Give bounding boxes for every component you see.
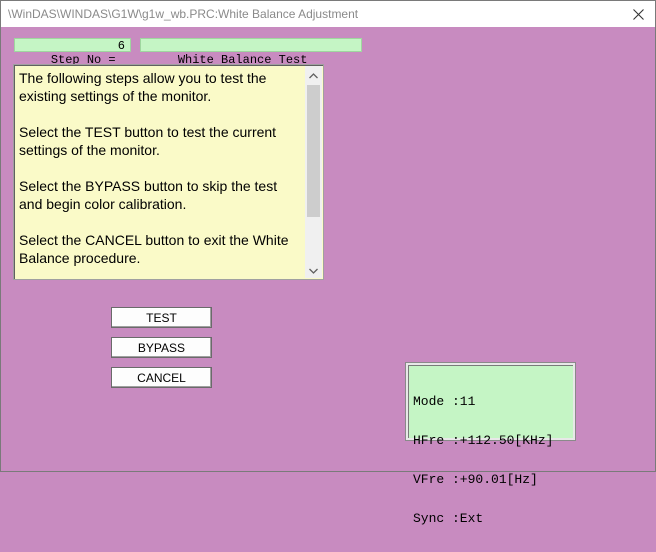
scroll-thumb[interactable] bbox=[307, 85, 320, 217]
cancel-button[interactable]: CANCEL bbox=[111, 367, 212, 388]
close-button[interactable] bbox=[621, 1, 655, 27]
chevron-down-icon bbox=[309, 261, 318, 279]
step-number: 6 bbox=[117, 39, 125, 53]
mode-info-panel: Mode :11 HFre :+112.50[KHz] VFre :+90.01… bbox=[406, 363, 575, 525]
scroll-down-button[interactable] bbox=[305, 261, 322, 278]
step-title-box: White Balance Test bbox=[140, 38, 362, 67]
step-number-box: Step No = 6 bbox=[14, 38, 131, 67]
main-window: \WinDAS\WINDAS\G1W\g1w_wb.PRC:White Bala… bbox=[0, 0, 656, 525]
instruction-paragraph: Select the BYPASS button to skip the tes… bbox=[19, 178, 278, 212]
instruction-paragraph: The following steps allow you to test th… bbox=[19, 70, 267, 104]
vfreq-line: VFre :+90.01[Hz] bbox=[413, 472, 538, 487]
scroll-up-button[interactable] bbox=[305, 66, 322, 83]
window-title: \WinDAS\WINDAS\G1W\g1w_wb.PRC:White Bala… bbox=[8, 7, 359, 21]
close-icon bbox=[632, 8, 644, 20]
vertical-scrollbar[interactable] bbox=[305, 66, 322, 278]
mode-info-lines: Mode :11 HFre :+112.50[KHz] VFre :+90.01… bbox=[413, 369, 553, 551]
mode-line: Mode :11 bbox=[413, 394, 476, 409]
sync-line: Sync :Ext bbox=[413, 511, 484, 526]
chevron-up-icon bbox=[309, 66, 318, 84]
instruction-paragraph: Select the TEST button to test the curre… bbox=[19, 124, 277, 158]
bypass-button[interactable]: BYPASS bbox=[111, 337, 212, 358]
instruction-paragraph: Select the CANCEL button to exit the Whi… bbox=[19, 232, 289, 266]
instructions-text: The following steps allow you to test th… bbox=[19, 69, 304, 279]
hfreq-line: HFre :+112.50[KHz] bbox=[413, 433, 554, 448]
title-bar[interactable]: \WinDAS\WINDAS\G1W\g1w_wb.PRC:White Bala… bbox=[1, 1, 655, 27]
instructions-panel: The following steps allow you to test th… bbox=[13, 64, 324, 280]
test-button[interactable]: TEST bbox=[111, 307, 212, 328]
